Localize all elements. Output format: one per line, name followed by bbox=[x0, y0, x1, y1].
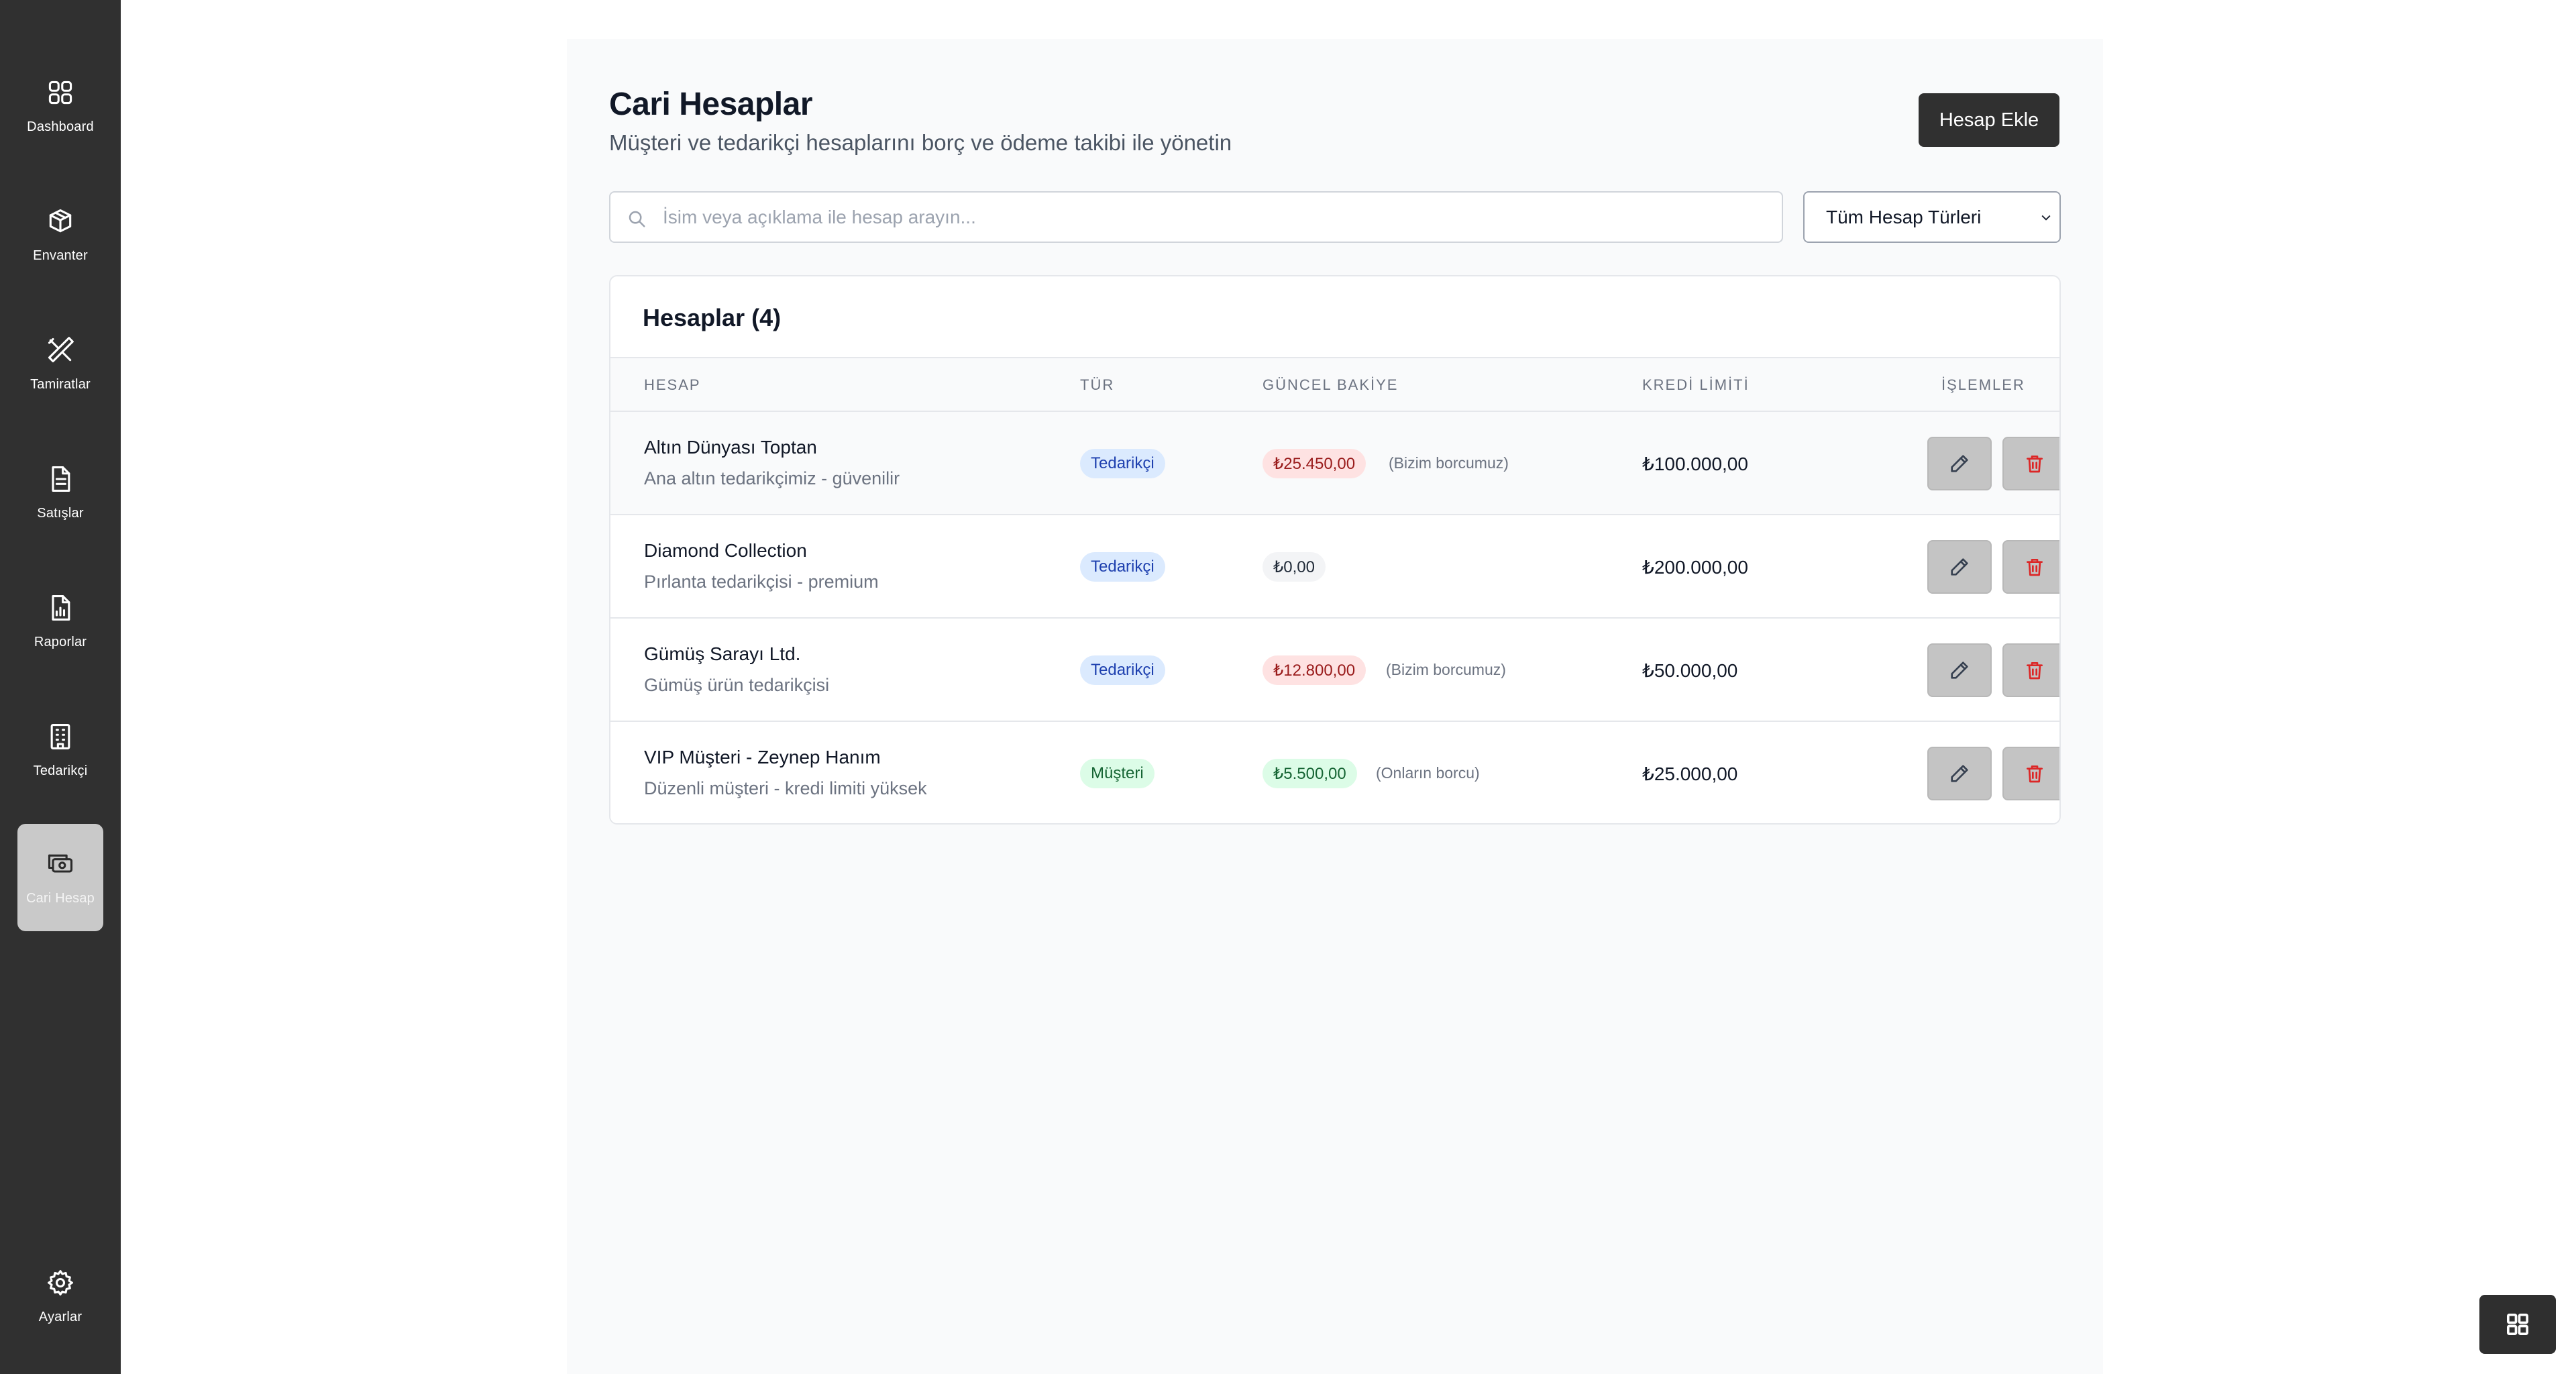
edit-button[interactable] bbox=[1927, 540, 1992, 594]
delete-button[interactable] bbox=[2002, 540, 2059, 594]
column-header-credit-limit: KREDİ LİMİTİ bbox=[1642, 376, 1750, 393]
main-panel: Cari Hesaplar Müşteri ve tedarikçi hesap… bbox=[567, 39, 2103, 1374]
table-header: HESAP TÜR GÜNCEL BAKİYE KREDİ LİMİTİ İŞL… bbox=[610, 357, 2059, 412]
account-description: Pırlanta tedarikçisi - premium bbox=[644, 572, 879, 592]
pencil-icon bbox=[1951, 765, 1968, 782]
pencil-icon bbox=[1951, 662, 1968, 679]
sidebar-item-raporlar[interactable]: Raporlar bbox=[17, 568, 103, 675]
trash-icon bbox=[2027, 456, 2043, 473]
grid-icon bbox=[2507, 1314, 2528, 1335]
account-type-select-value: Tüm Hesap Türleri bbox=[1826, 206, 1982, 227]
floating-grid-button[interactable] bbox=[2479, 1295, 2556, 1354]
trash-icon bbox=[2027, 765, 2043, 783]
sidebar: Dashboard Envanter Tamiratlar Satışlar R… bbox=[0, 0, 121, 1374]
column-header-balance: GÜNCEL BAKİYE bbox=[1263, 376, 1399, 393]
sidebar-item-satislar[interactable]: Satışlar bbox=[17, 439, 103, 546]
edit-button[interactable] bbox=[1927, 747, 1992, 800]
sidebar-item-tamiratlar[interactable]: Tamiratlar bbox=[17, 310, 103, 417]
balance-note: (Bizim borcumuz) bbox=[1389, 454, 1509, 472]
account-description: Düzenli müşteri - kredi limiti yüksek bbox=[644, 778, 927, 798]
column-header-actions: İŞLEMLER bbox=[1941, 376, 2025, 393]
building-icon bbox=[50, 723, 70, 749]
sidebar-item-label: Envanter bbox=[33, 248, 88, 263]
box-icon bbox=[49, 209, 72, 232]
sidebar-item-dashboard[interactable]: Dashboard bbox=[17, 52, 103, 160]
account-type-badge: Tedarikçi bbox=[1080, 449, 1165, 478]
account-type-badge: Tedarikçi bbox=[1080, 655, 1165, 685]
edit-button[interactable] bbox=[1927, 643, 1992, 697]
balance-badge: ₺12.800,00 bbox=[1263, 655, 1366, 685]
chevron-down-icon bbox=[2041, 215, 2051, 221]
delete-button[interactable] bbox=[2002, 437, 2059, 490]
table-row: Gümüş Sarayı Ltd. Gümüş ürün tedarikçisi… bbox=[610, 619, 2059, 722]
sidebar-item-label: Tedarikçi bbox=[33, 763, 88, 778]
search-icon bbox=[629, 211, 645, 227]
balance-note: (Bizim borcumuz) bbox=[1386, 661, 1506, 678]
add-account-button[interactable]: Hesap Ekle bbox=[1919, 93, 2059, 147]
accounts-card-title: Hesaplar (4) bbox=[643, 304, 782, 331]
document-icon bbox=[52, 466, 70, 492]
column-header-account: HESAP bbox=[644, 376, 701, 393]
account-type-badge: Tedarikçi bbox=[1080, 552, 1165, 582]
account-name: VIP Müşteri - Zeynep Hanım bbox=[644, 747, 881, 768]
dashboard-grid-icon bbox=[48, 81, 72, 104]
credit-limit: ₺50.000,00 bbox=[1642, 660, 1738, 681]
account-description: Ana altın tedarikçimiz - güvenilir bbox=[644, 468, 900, 488]
accounts-card: Hesaplar (4) HESAP TÜR GÜNCEL BAKİYE KRE… bbox=[609, 275, 2061, 825]
balance-note: (Onların borcu) bbox=[1376, 764, 1480, 782]
credit-limit: ₺200.000,00 bbox=[1642, 557, 1748, 578]
money-icon bbox=[48, 854, 73, 873]
report-chart-icon bbox=[52, 594, 70, 621]
sidebar-item-ayarlar[interactable]: Ayarlar bbox=[17, 1243, 103, 1350]
credit-limit: ₺100.000,00 bbox=[1642, 454, 1748, 474]
search-box bbox=[609, 191, 1783, 243]
account-type-badge: Müşteri bbox=[1080, 759, 1155, 788]
pencil-icon bbox=[1951, 558, 1968, 576]
search-input[interactable] bbox=[663, 193, 1770, 242]
gear-icon bbox=[48, 1269, 73, 1296]
table-row: Altın Dünyası Toptan Ana altın tedarikçi… bbox=[610, 412, 2059, 515]
account-name: Altın Dünyası Toptan bbox=[644, 437, 817, 458]
sidebar-item-tedarikci[interactable]: Tedarikçi bbox=[17, 696, 103, 804]
balance-badge: ₺0,00 bbox=[1263, 552, 1326, 582]
credit-limit: ₺25.000,00 bbox=[1642, 763, 1738, 784]
page-title: Cari Hesaplar bbox=[609, 87, 813, 122]
delete-button[interactable] bbox=[2002, 747, 2059, 800]
pencil-icon bbox=[1951, 455, 1968, 472]
sidebar-item-cari-hesap[interactable]: Cari Hesap bbox=[17, 824, 103, 931]
tools-icon bbox=[48, 336, 74, 362]
table-row: VIP Müşteri - Zeynep Hanım Düzenli müşte… bbox=[610, 722, 2059, 823]
account-type-select[interactable]: Tüm Hesap Türleri bbox=[1803, 191, 2061, 243]
edit-button[interactable] bbox=[1927, 437, 1992, 490]
account-name: Gümüş Sarayı Ltd. bbox=[644, 643, 801, 664]
page-subtitle: Müşteri ve tedarikçi hesaplarını borç ve… bbox=[609, 130, 1232, 155]
sidebar-item-label: Cari Hesap bbox=[25, 890, 95, 906]
table-row: Diamond Collection Pırlanta tedarikçisi … bbox=[610, 515, 2059, 619]
trash-icon bbox=[2027, 662, 2043, 680]
balance-badge: ₺5.500,00 bbox=[1263, 759, 1357, 788]
sidebar-item-envanter[interactable]: Envanter bbox=[17, 181, 103, 288]
sidebar-item-label: Satışlar bbox=[37, 505, 84, 521]
sidebar-item-label: Raporlar bbox=[34, 634, 87, 649]
sidebar-item-label: Tamiratlar bbox=[30, 376, 91, 392]
trash-icon bbox=[2027, 559, 2043, 576]
delete-button[interactable] bbox=[2002, 643, 2059, 697]
sidebar-item-label: Ayarlar bbox=[38, 1309, 83, 1324]
sidebar-item-label: Dashboard bbox=[27, 119, 94, 134]
account-name: Diamond Collection bbox=[644, 540, 807, 561]
balance-badge: ₺25.450,00 bbox=[1263, 449, 1366, 478]
account-description: Gümüş ürün tedarikçisi bbox=[644, 675, 830, 695]
column-header-type: TÜR bbox=[1080, 376, 1115, 393]
